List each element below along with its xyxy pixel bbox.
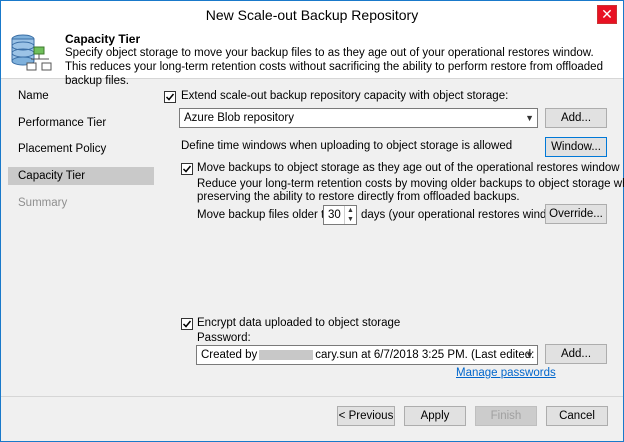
checkmark-icon xyxy=(182,165,192,173)
window-button[interactable]: Window... xyxy=(545,137,607,157)
sidebar-item-capacity-tier[interactable]: Capacity Tier xyxy=(8,167,154,185)
move-backups-desc-2: preserving the ability to restore direct… xyxy=(197,191,520,203)
move-backups-label: Move backups to object storage as they a… xyxy=(197,162,620,174)
previous-button[interactable]: < Previous xyxy=(337,406,395,426)
extend-label: Extend scale-out backup repository capac… xyxy=(181,90,509,102)
move-backups-desc-1: Reduce your long-term retention costs by… xyxy=(197,178,624,190)
sidebar-item-name[interactable]: Name xyxy=(8,87,154,105)
close-icon: ✕ xyxy=(601,6,613,22)
manage-passwords-link[interactable]: Manage passwords xyxy=(456,367,556,379)
add-password-button[interactable]: Add... xyxy=(545,344,607,364)
time-windows-label: Define time windows when uploading to ob… xyxy=(181,140,513,152)
encrypt-checkbox[interactable] xyxy=(181,318,193,330)
checkmark-icon xyxy=(165,93,175,101)
extend-checkbox[interactable] xyxy=(164,91,176,103)
password-suffix: cary.sun at 6/7/2018 3:25 PM. (Last edit… xyxy=(315,349,537,361)
add-repository-button[interactable]: Add... xyxy=(545,108,607,128)
chevron-up-icon[interactable]: ▲ xyxy=(344,206,356,215)
sidebar-item-summary: Summary xyxy=(18,197,68,209)
window-title: New Scale-out Backup Repository xyxy=(205,7,419,23)
sidebar-item-placement-policy[interactable]: Placement Policy xyxy=(8,140,154,158)
wizard-window: New Scale-out Backup Repository ✕ Capaci… xyxy=(0,0,624,442)
password-prefix: Created by xyxy=(201,349,258,361)
title-bar: New Scale-out Backup Repository ✕ xyxy=(1,1,623,29)
object-storage-select[interactable]: Azure Blob repository ▼ xyxy=(179,108,538,128)
override-button[interactable]: Override... xyxy=(545,204,607,224)
redacted-username xyxy=(259,349,314,360)
days-label: days (your operational restores window) xyxy=(361,209,565,221)
capacity-tier-panel: Extend scale-out backup repository capac… xyxy=(161,81,624,391)
move-backups-checkbox[interactable] xyxy=(181,163,193,175)
close-button[interactable]: ✕ xyxy=(597,5,617,24)
repository-icon xyxy=(11,34,52,71)
object-storage-value: Azure Blob repository xyxy=(184,112,294,124)
step-header: Capacity Tier Specify object storage to … xyxy=(1,29,623,87)
finish-button: Finish xyxy=(475,406,537,426)
chevron-down-icon: ▼ xyxy=(525,113,534,123)
encrypt-label: Encrypt data uploaded to object storage xyxy=(197,317,401,329)
older-than-label: Move backup files older than xyxy=(197,209,344,221)
cancel-button[interactable]: Cancel xyxy=(546,406,608,426)
page-title: Capacity Tier xyxy=(65,32,141,46)
checkmark-icon xyxy=(182,320,192,328)
chevron-down-icon[interactable]: ▼ xyxy=(344,215,356,224)
sidebar-item-performance-tier[interactable]: Performance Tier xyxy=(8,114,154,132)
chevron-down-icon: ▼ xyxy=(525,350,534,360)
footer-divider xyxy=(1,396,623,397)
apply-button[interactable]: Apply xyxy=(404,406,466,426)
older-than-stepper[interactable]: 30 ▲ ▼ xyxy=(323,205,357,225)
password-label: Password: xyxy=(197,332,251,344)
password-select[interactable]: Created by cary.sun at 6/7/2018 3:25 PM. … xyxy=(196,345,538,365)
older-than-value: 30 xyxy=(328,209,341,221)
